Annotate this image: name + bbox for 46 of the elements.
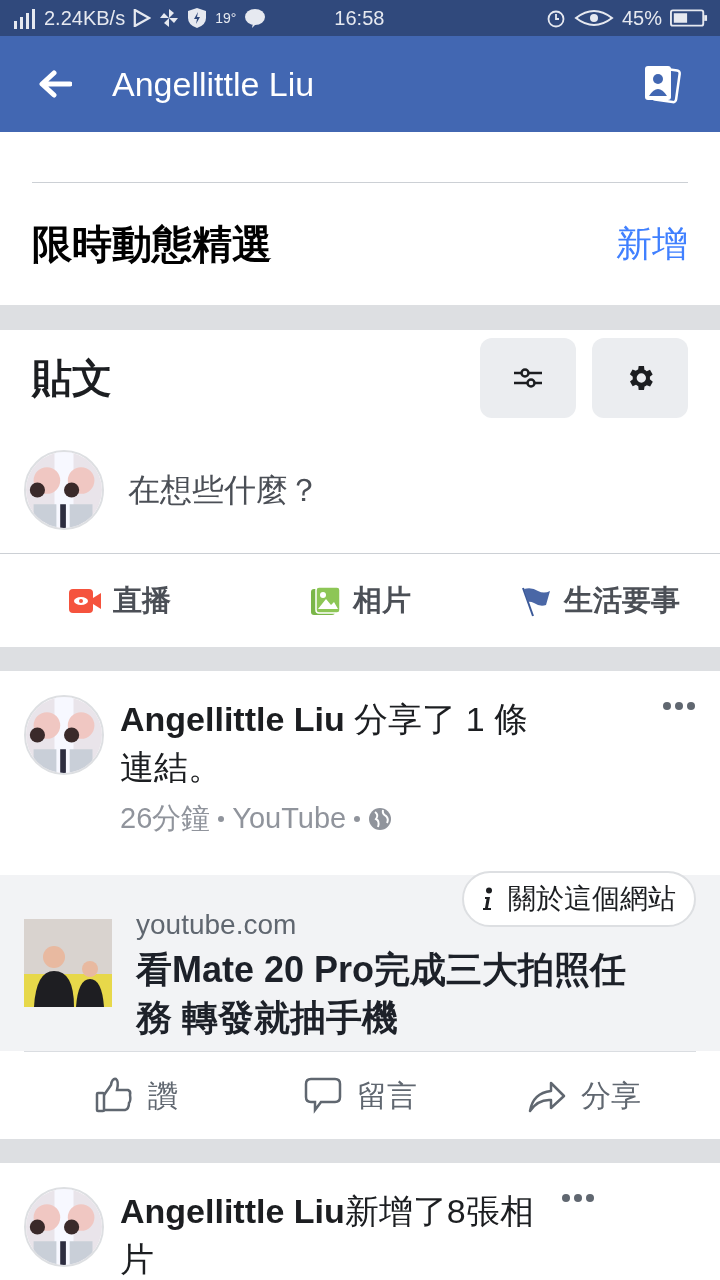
post-action[interactable]: 讚 (24, 1072, 248, 1118)
post-headline: Angellittle Liu新增了8張相片 (120, 1190, 535, 1280)
play-icon (133, 9, 152, 27)
sliders-icon (512, 366, 544, 390)
composer-action[interactable]: 生活要事 (480, 578, 720, 623)
composer-action[interactable]: 相片 (240, 578, 480, 623)
contact-cards-icon[interactable] (642, 64, 682, 104)
back-arrow-icon[interactable] (38, 70, 72, 98)
video-camera-icon (69, 588, 101, 613)
temperature: 19° (215, 8, 237, 28)
link-title: 看Mate 20 Pro完成三大拍照任務 轉發就抽手機 (136, 947, 628, 1040)
chat-bubble-icon (244, 8, 267, 28)
globe-icon (368, 806, 393, 831)
photo-icon (309, 584, 341, 617)
info-icon (482, 886, 494, 911)
post-time: 26分鐘 (120, 801, 211, 836)
settings-button[interactable] (592, 338, 688, 418)
post-source: YouTube (232, 801, 347, 836)
post-headline: Angellittle Liu 分享了 1 條連結。 (120, 699, 530, 788)
network-speed: 2.24KB/s (44, 6, 126, 31)
signal-icon (12, 7, 36, 29)
post-action[interactable]: 留言 (248, 1072, 472, 1118)
pinwheel-icon (159, 8, 180, 28)
battery-icon (670, 8, 708, 28)
page-title: Angellittle Liu (112, 63, 316, 105)
speech-bubble-icon (303, 1075, 343, 1115)
more-icon[interactable] (561, 1192, 595, 1203)
link-preview[interactable]: youtube.com 看Mate 20 Pro完成三大拍照任務 轉發就抽手機 關於這個網站 (0, 874, 720, 1051)
separator-dot-icon (218, 815, 225, 822)
section-title: 限時動態精選 (32, 221, 272, 268)
eye-icon (573, 8, 614, 28)
separator-dot-icon (354, 815, 361, 822)
about-site-chip[interactable]: 關於這個網站 (462, 870, 696, 927)
composer-field[interactable]: 在想些什麼？ (128, 465, 696, 514)
composer-action[interactable]: 直播 (0, 578, 240, 623)
filter-button[interactable] (480, 338, 576, 418)
more-icon[interactable] (662, 701, 696, 711)
add-link[interactable]: 新增 (616, 217, 688, 271)
alarm-icon (545, 8, 566, 28)
section-title: 貼文 (32, 355, 113, 402)
clock-time: 16:58 (334, 6, 385, 31)
shield-icon (187, 7, 208, 29)
post-action[interactable]: 分享 (472, 1072, 696, 1118)
battery-percent: 45% (621, 6, 662, 31)
link-domain: youtube.com (136, 907, 298, 942)
thumbs-up-icon (94, 1075, 134, 1115)
